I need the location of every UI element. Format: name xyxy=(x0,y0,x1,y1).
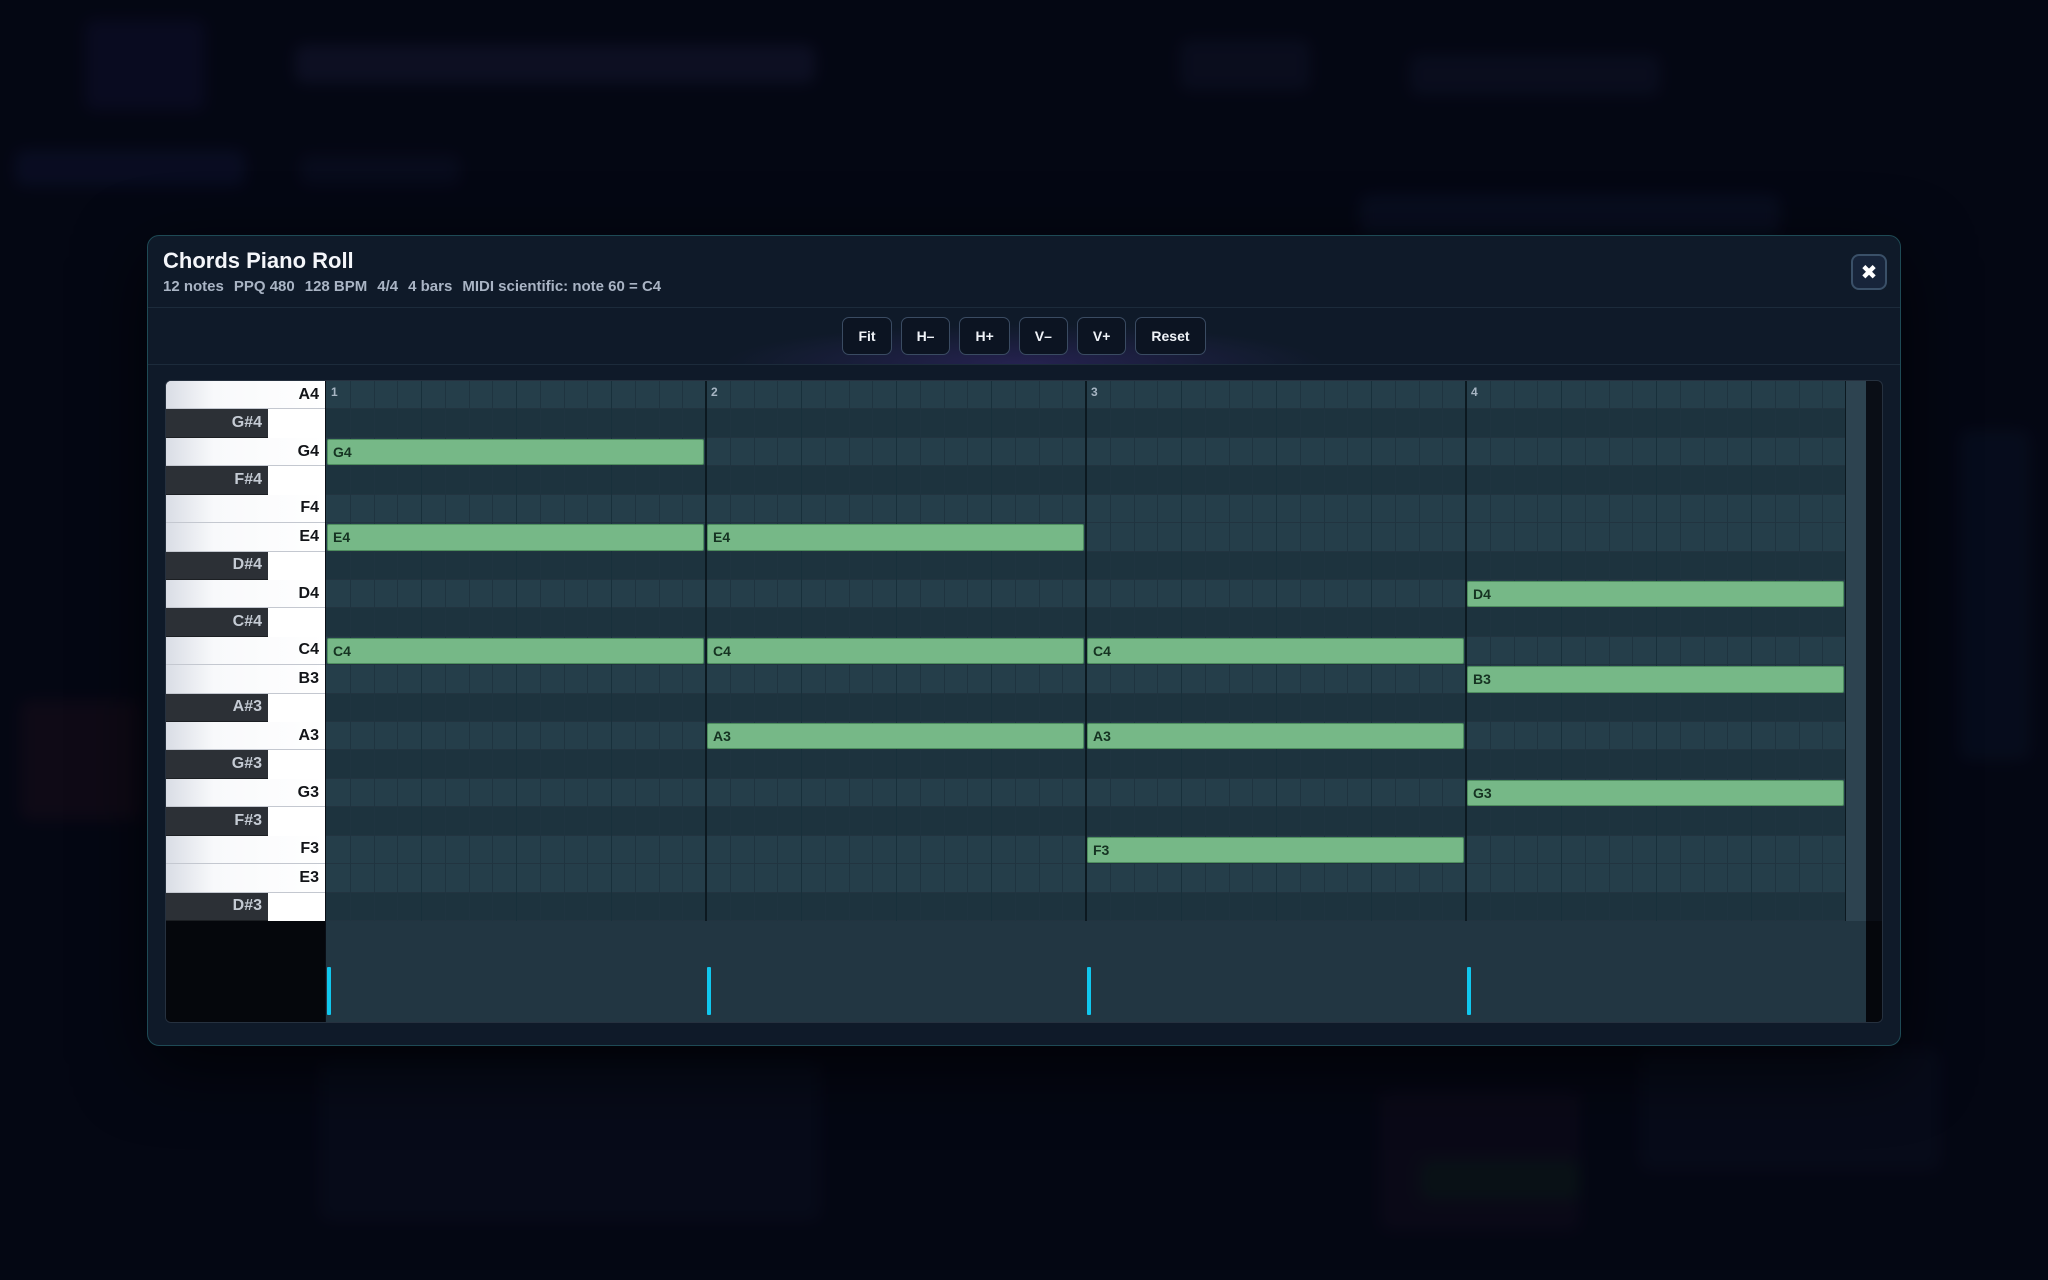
grid-line xyxy=(1727,381,1729,921)
velocity-marker[interactable] xyxy=(707,967,711,1015)
time-signature: 4/4 xyxy=(377,278,399,295)
note-block[interactable]: C4 xyxy=(1087,637,1464,665)
tempo-value: 128 BPM xyxy=(304,278,368,295)
bar-number: 4 xyxy=(1471,385,1478,399)
piano-key[interactable]: F#3 xyxy=(166,807,268,836)
velocity-marker[interactable] xyxy=(1087,967,1091,1015)
piano-roll-dialog: Chords Piano Roll 12 notes PPQ 480 128 B… xyxy=(147,235,1901,1046)
velocity-marker[interactable] xyxy=(1467,967,1471,1015)
vertical-zoom-in-button[interactable]: V+ xyxy=(1076,317,1127,355)
piano-key[interactable]: F4 xyxy=(166,494,325,524)
grid-line xyxy=(1537,381,1539,921)
grid-line xyxy=(1656,381,1657,921)
note-block[interactable]: A3 xyxy=(1087,723,1464,750)
horizontal-zoom-out-button[interactable]: H– xyxy=(900,317,951,355)
piano-key[interactable]: C#4 xyxy=(166,608,268,637)
horizontal-zoom-in-button[interactable]: H+ xyxy=(959,317,1010,355)
grid-line xyxy=(1751,381,1752,921)
bar-count: 4 bars xyxy=(408,278,453,295)
piano-key[interactable]: E3 xyxy=(166,864,325,893)
piano-key[interactable]: C4 xyxy=(166,636,325,666)
grid-line xyxy=(1584,381,1586,921)
piano-key[interactable]: F3 xyxy=(166,835,325,865)
note-block[interactable]: A3 xyxy=(707,723,1084,750)
note-block[interactable]: E4 xyxy=(707,524,1084,551)
grid-line xyxy=(1679,381,1681,921)
bar-number: 2 xyxy=(711,385,718,399)
piano-roll-editor: A4 G#4 G4 F#4 F4 E4 D#4 D4 C#4 C4 B3 A#3 A3 G#3 G3 F#3 F… xyxy=(165,380,1883,1023)
velocity-lane-edge xyxy=(1866,921,1882,1022)
piano-key[interactable]: D4 xyxy=(166,579,325,609)
grid-line xyxy=(1513,381,1515,921)
bar-line xyxy=(1465,381,1467,921)
clip-info: 12 notes PPQ 480 128 BPM 4/4 4 bars MIDI… xyxy=(163,278,661,295)
piano-key[interactable]: G3 xyxy=(166,778,325,808)
vertical-scrollbar[interactable] xyxy=(1846,381,1866,921)
grid-line xyxy=(1822,381,1824,921)
piano-key[interactable]: A3 xyxy=(166,722,325,751)
bar-number: 1 xyxy=(331,385,338,399)
dialog-title: Chords Piano Roll xyxy=(163,248,354,273)
velocity-lane[interactable] xyxy=(326,921,1866,1022)
grid-line xyxy=(1561,381,1562,921)
piano-key[interactable]: G#4 xyxy=(166,409,268,438)
bar-number: 3 xyxy=(1091,385,1098,399)
velocity-lane-gutter xyxy=(166,921,325,1022)
piano-key[interactable]: A#3 xyxy=(166,693,268,723)
dialog-header: Chords Piano Roll 12 notes PPQ 480 128 B… xyxy=(148,236,1900,308)
piano-key[interactable]: F#4 xyxy=(166,466,268,495)
grid-line xyxy=(1632,381,1634,921)
close-button[interactable]: ✖ xyxy=(1851,254,1887,290)
piano-key[interactable]: B3 xyxy=(166,665,325,694)
zoom-toolbar: Fit H– H+ V– V+ Reset xyxy=(148,308,1900,365)
piano-key[interactable]: G#3 xyxy=(166,750,268,779)
grid-line xyxy=(1774,381,1776,921)
close-icon: ✖ xyxy=(1860,261,1878,284)
note-block[interactable]: C4 xyxy=(327,637,704,665)
grid-line xyxy=(1608,381,1610,921)
note-block[interactable]: E4 xyxy=(327,524,704,551)
grid-line xyxy=(1489,381,1491,921)
note-block[interactable]: G3 xyxy=(1467,779,1844,807)
grid-line xyxy=(1798,381,1800,921)
note-block[interactable]: D4 xyxy=(1467,580,1844,608)
note-block[interactable]: F3 xyxy=(1087,836,1464,864)
note-grid[interactable]: 1 2 3 4 G4 E4 C4 E4 C4 A3 C4 A3 F3 D4 B3 G3 xyxy=(326,381,1846,921)
piano-key[interactable]: D#4 xyxy=(166,551,268,580)
piano-keyboard: A4 G#4 G4 F#4 F4 E4 D#4 D4 C#4 C4 B3 A#3 A3 G#3 G3 F#3 F… xyxy=(166,381,325,921)
velocity-marker[interactable] xyxy=(327,967,331,1015)
note-block[interactable]: C4 xyxy=(707,637,1084,665)
piano-key[interactable]: A4 xyxy=(166,381,325,410)
ppq-value: PPQ 480 xyxy=(233,278,295,295)
midi-convention: MIDI scientific: note 60 = C4 xyxy=(462,278,662,295)
piano-key[interactable]: E4 xyxy=(166,523,325,552)
grid-line xyxy=(1703,381,1705,921)
note-block[interactable]: G4 xyxy=(327,438,704,466)
fit-button[interactable]: Fit xyxy=(842,317,892,355)
piano-key[interactable]: D#3 xyxy=(166,892,268,921)
vertical-zoom-out-button[interactable]: V– xyxy=(1018,317,1068,355)
reset-button[interactable]: Reset xyxy=(1135,317,1206,355)
piano-key[interactable]: G4 xyxy=(166,437,325,467)
note-block[interactable]: B3 xyxy=(1467,666,1844,693)
note-count: 12 notes xyxy=(163,278,224,295)
